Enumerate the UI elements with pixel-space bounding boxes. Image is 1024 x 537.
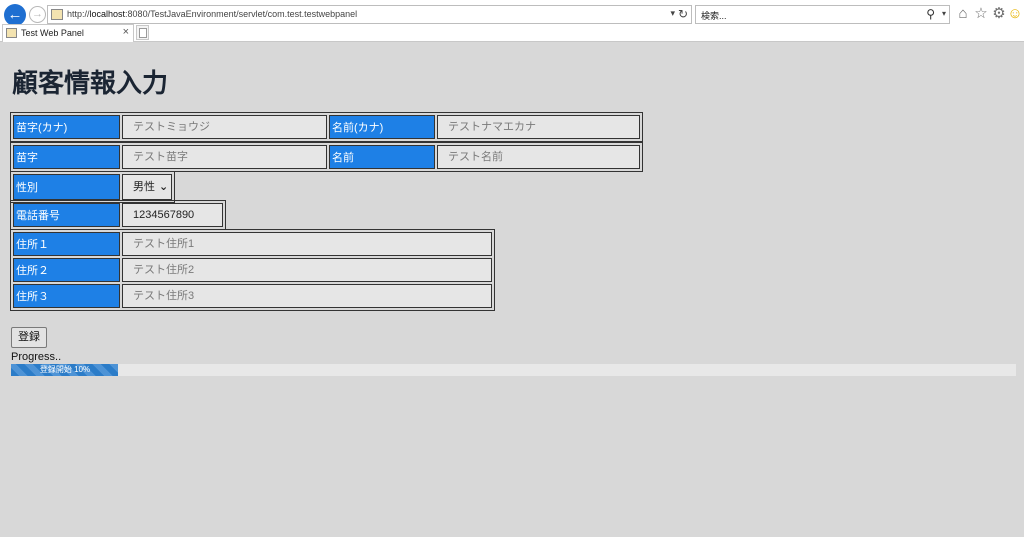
- settings-gear-icon[interactable]: ⚙: [991, 6, 1007, 22]
- new-tab-button[interactable]: [136, 25, 149, 40]
- mei-kana-placeholder: テストナマエカナ: [448, 121, 536, 133]
- phone-value: 1234567890: [133, 209, 195, 221]
- gender-select[interactable]: 男性 ⌄: [122, 174, 172, 200]
- address1-field[interactable]: テスト住所1: [122, 232, 492, 256]
- forward-arrow-icon[interactable]: →: [29, 6, 46, 23]
- mei-kana-field[interactable]: テストナマエカナ: [437, 115, 640, 139]
- address2-placeholder: テスト住所2: [133, 264, 195, 276]
- name-row: 苗字 テスト苗字 名前 テスト名前: [10, 142, 643, 172]
- sei-kana-label: 苗字(カナ): [13, 115, 120, 139]
- address-bar[interactable]: http://localhost:8080/TestJavaEnvironmen…: [47, 5, 692, 24]
- sei-placeholder: テスト苗字: [133, 151, 188, 163]
- mei-label: 名前: [329, 145, 435, 169]
- refresh-icon[interactable]: ↻: [678, 7, 688, 21]
- sei-label: 苗字: [13, 145, 120, 169]
- progress-text: 登録開始 10%: [39, 365, 91, 374]
- sei-kana-field[interactable]: テストミョウジ: [122, 115, 327, 139]
- gender-row: 性別 男性 ⌄: [10, 171, 175, 203]
- gender-label: 性別: [13, 174, 120, 200]
- address1-label: 住所１: [13, 232, 120, 256]
- mei-kana-label: 名前(カナ): [329, 115, 435, 139]
- search-icon[interactable]: ⚲: [926, 7, 935, 21]
- sei-kana-placeholder: テストミョウジ: [133, 121, 210, 133]
- search-box[interactable]: 検索... ⚲ ▾: [695, 5, 950, 24]
- mei-field[interactable]: テスト名前: [437, 145, 640, 169]
- address3-field[interactable]: テスト住所3: [122, 284, 492, 308]
- address3-placeholder: テスト住所3: [133, 290, 195, 302]
- mei-placeholder: テスト名前: [448, 151, 503, 163]
- sei-field[interactable]: テスト苗字: [122, 145, 327, 169]
- kana-name-row: 苗字(カナ) テストミョウジ 名前(カナ) テストナマエカナ: [10, 112, 643, 142]
- address2-label: 住所２: [13, 258, 120, 282]
- gender-value: 男性: [133, 181, 155, 193]
- browser-tab[interactable]: Test Web Panel ×: [2, 24, 134, 42]
- tab-title: Test Web Panel: [21, 28, 84, 38]
- progress-bar: 登録開始 10%: [11, 364, 1016, 376]
- search-placeholder: 検索...: [701, 11, 727, 21]
- address-dropdown-icon[interactable]: ▾: [670, 8, 675, 19]
- search-dropdown-icon[interactable]: ▾: [942, 9, 946, 18]
- chevron-down-icon: ⌄: [159, 181, 169, 193]
- feedback-smiley-icon[interactable]: ☺: [1007, 6, 1023, 22]
- home-icon[interactable]: ⌂: [955, 6, 971, 22]
- phone-row: 電話番号 1234567890: [10, 200, 226, 230]
- address-block: 住所１ テスト住所1 住所２ テスト住所2 住所３ テスト住所3: [10, 229, 495, 311]
- address1-placeholder: テスト住所1: [133, 238, 195, 250]
- progress-label: Progress..: [11, 351, 62, 363]
- page-icon: [51, 9, 63, 20]
- address2-field[interactable]: テスト住所2: [122, 258, 492, 282]
- register-button[interactable]: 登録: [11, 327, 47, 348]
- page-title: 顧客情報入力: [12, 69, 169, 99]
- tab-page-icon: [6, 28, 17, 38]
- favorites-star-icon[interactable]: ☆: [973, 6, 989, 22]
- address-url: http://localhost:8080/TestJavaEnvironmen…: [67, 9, 358, 19]
- phone-label: 電話番号: [13, 203, 120, 227]
- new-tab-icon: [139, 28, 147, 38]
- tab-close-icon[interactable]: ×: [123, 26, 129, 38]
- browser-chrome: ← → http://localhost:8080/TestJavaEnviro…: [0, 0, 1024, 42]
- phone-field[interactable]: 1234567890: [122, 203, 223, 227]
- address3-label: 住所３: [13, 284, 120, 308]
- back-arrow-icon[interactable]: ←: [4, 4, 26, 26]
